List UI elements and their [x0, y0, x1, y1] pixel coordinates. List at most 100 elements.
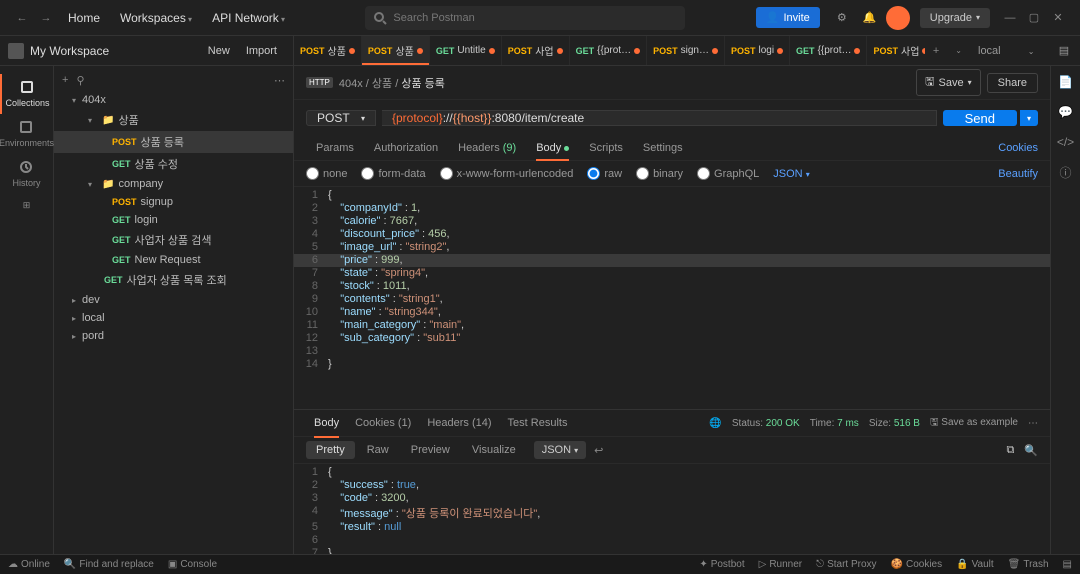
avatar[interactable]: [886, 6, 910, 30]
status-vault[interactable]: 🔒 Vault: [956, 559, 994, 570]
tab-overflow-button[interactable]: ⌄: [947, 46, 970, 55]
save-button[interactable]: 🖫 Save ▾: [916, 69, 980, 96]
request-body-editor[interactable]: 1{2 "companyId" : 1,3 "calorie" : 7667,4…: [294, 187, 1050, 409]
url-input[interactable]: {protocol}://{{host}}:8080/item/create: [382, 110, 937, 126]
rail-environments[interactable]: Environments: [0, 114, 53, 154]
api-network-dropdown[interactable]: API Network: [202, 11, 295, 25]
info-icon[interactable]: ⓘ: [1058, 164, 1074, 180]
body-graphql-radio[interactable]: GraphQL: [697, 167, 759, 180]
share-button[interactable]: Share: [987, 73, 1038, 93]
tree-request[interactable]: POST상품 등록: [54, 131, 293, 153]
forward-button[interactable]: →: [34, 6, 58, 30]
comments-icon[interactable]: 💬: [1058, 104, 1074, 120]
request-tab[interactable]: POST사업: [502, 36, 570, 65]
tab-settings[interactable]: Settings: [633, 136, 693, 160]
invite-button[interactable]: 👤 Invite: [756, 7, 820, 28]
import-button[interactable]: Import: [238, 43, 285, 59]
resp-format-dropdown[interactable]: JSON ▾: [534, 441, 586, 459]
tab-authorization[interactable]: Authorization: [364, 136, 448, 160]
add-collection-button[interactable]: +: [62, 74, 68, 87]
body-binary-radio[interactable]: binary: [636, 167, 683, 180]
tree-folder[interactable]: ▾📁company: [54, 175, 293, 193]
filter-button[interactable]: ⚲: [76, 74, 84, 87]
notifications-icon[interactable]: 🔔: [858, 6, 882, 30]
tab-body[interactable]: Body: [526, 136, 579, 160]
response-body-viewer[interactable]: 1{2 "success" : true,3 "code" : 3200,4 "…: [294, 464, 1050, 554]
home-link[interactable]: Home: [58, 11, 110, 25]
new-button[interactable]: New: [200, 43, 238, 59]
tree-folder[interactable]: ▾404x: [54, 91, 293, 109]
sidebar-options[interactable]: ⋯: [274, 74, 285, 87]
copy-response-button[interactable]: ⧉: [1006, 444, 1014, 457]
resp-view-visualize[interactable]: Visualize: [462, 441, 526, 459]
resp-view-preview[interactable]: Preview: [401, 441, 460, 459]
request-tab[interactable]: POSTsign…: [647, 36, 725, 65]
rail-collections[interactable]: Collections: [0, 74, 53, 114]
resp-tab-tests[interactable]: Test Results: [500, 413, 576, 433]
code-icon[interactable]: </>: [1058, 134, 1074, 150]
request-tab[interactable]: GETUntitle: [430, 36, 502, 65]
rail-history[interactable]: History: [0, 154, 53, 194]
resp-view-pretty[interactable]: Pretty: [306, 441, 355, 459]
status-proxy[interactable]: ⎋ Start Proxy: [816, 559, 876, 570]
new-tab-button[interactable]: +: [925, 45, 947, 57]
method-selector[interactable]: POST ▾: [306, 110, 376, 126]
environment-selector[interactable]: local ⌄: [970, 45, 1050, 57]
tree-folder[interactable]: ▸local: [54, 309, 293, 327]
global-search[interactable]: Search Postman: [365, 6, 685, 30]
minimize-button[interactable]: —: [998, 6, 1022, 30]
body-formdata-radio[interactable]: form-data: [361, 167, 425, 180]
status-find[interactable]: 🔍 Find and replace: [64, 559, 154, 570]
request-tab[interactable]: POSTlogi: [725, 36, 790, 65]
tab-headers[interactable]: Headers (9): [448, 136, 526, 160]
resp-tab-headers[interactable]: Headers (14): [419, 413, 499, 433]
status-runner[interactable]: ▷ Runner: [759, 559, 803, 570]
request-tab[interactable]: POST사업: [867, 36, 924, 65]
back-button[interactable]: ←: [10, 6, 34, 30]
status-online[interactable]: ☁ Online: [8, 559, 50, 570]
workspaces-dropdown[interactable]: Workspaces: [110, 11, 202, 25]
resp-tab-cookies[interactable]: Cookies (1): [347, 413, 419, 433]
search-response-button[interactable]: 🔍: [1024, 444, 1038, 457]
tree-request[interactable]: GET상품 수정: [54, 153, 293, 175]
request-tab[interactable]: POST상품: [362, 36, 430, 65]
request-tab[interactable]: GET{{prot…: [790, 36, 867, 65]
beautify-button[interactable]: Beautify: [998, 168, 1038, 180]
breadcrumb[interactable]: 404x / 상품 / 상품 등록: [339, 75, 445, 91]
send-button[interactable]: Send: [943, 110, 1017, 126]
tab-params[interactable]: Params: [306, 136, 364, 160]
maximize-button[interactable]: ▢: [1022, 6, 1046, 30]
request-tab[interactable]: POST상품: [294, 36, 362, 65]
send-dropdown[interactable]: ▾: [1020, 110, 1038, 126]
wrap-toggle-icon[interactable]: ↩: [594, 444, 603, 457]
upgrade-button[interactable]: Upgrade ▾: [920, 8, 990, 28]
body-raw-radio[interactable]: raw: [587, 167, 622, 180]
status-trash[interactable]: 🗑 Trash: [1008, 559, 1049, 570]
tree-folder[interactable]: ▾📁상품: [54, 109, 293, 131]
resp-tab-body[interactable]: Body: [306, 413, 347, 433]
tree-request[interactable]: GETNew Request: [54, 251, 293, 269]
request-tab[interactable]: GET{{prot…: [570, 36, 647, 65]
tree-request[interactable]: GETlogin: [54, 211, 293, 229]
save-example-button[interactable]: 🖫 Save as example: [930, 415, 1018, 432]
tree-request[interactable]: GET사업자 상품 검색: [54, 229, 293, 251]
resp-view-raw[interactable]: Raw: [357, 441, 399, 459]
status-console[interactable]: ▣ Console: [168, 559, 217, 570]
tree-request[interactable]: POSTsignup: [54, 193, 293, 211]
body-none-radio[interactable]: none: [306, 167, 347, 180]
status-cookies[interactable]: 🍪 Cookies: [891, 559, 943, 570]
tab-scripts[interactable]: Scripts: [579, 136, 633, 160]
settings-icon[interactable]: ⚙: [830, 6, 854, 30]
workspace-name[interactable]: My Workspace: [30, 44, 200, 58]
sidebar-toggle-icon[interactable]: ▤: [1052, 39, 1076, 63]
body-urlenc-radio[interactable]: x-www-form-urlencoded: [440, 167, 574, 180]
tree-folder[interactable]: ▸pord: [54, 327, 293, 345]
status-postbot[interactable]: ✦ Postbot: [699, 559, 744, 570]
resp-more-button[interactable]: ⋯: [1028, 418, 1038, 429]
tree-folder[interactable]: ▸dev: [54, 291, 293, 309]
close-button[interactable]: ✕: [1046, 6, 1070, 30]
status-layout[interactable]: ▤: [1063, 559, 1072, 570]
docs-icon[interactable]: 📄: [1058, 74, 1074, 90]
cookies-link[interactable]: Cookies: [998, 136, 1038, 160]
body-format-dropdown[interactable]: JSON ▾: [773, 168, 809, 180]
